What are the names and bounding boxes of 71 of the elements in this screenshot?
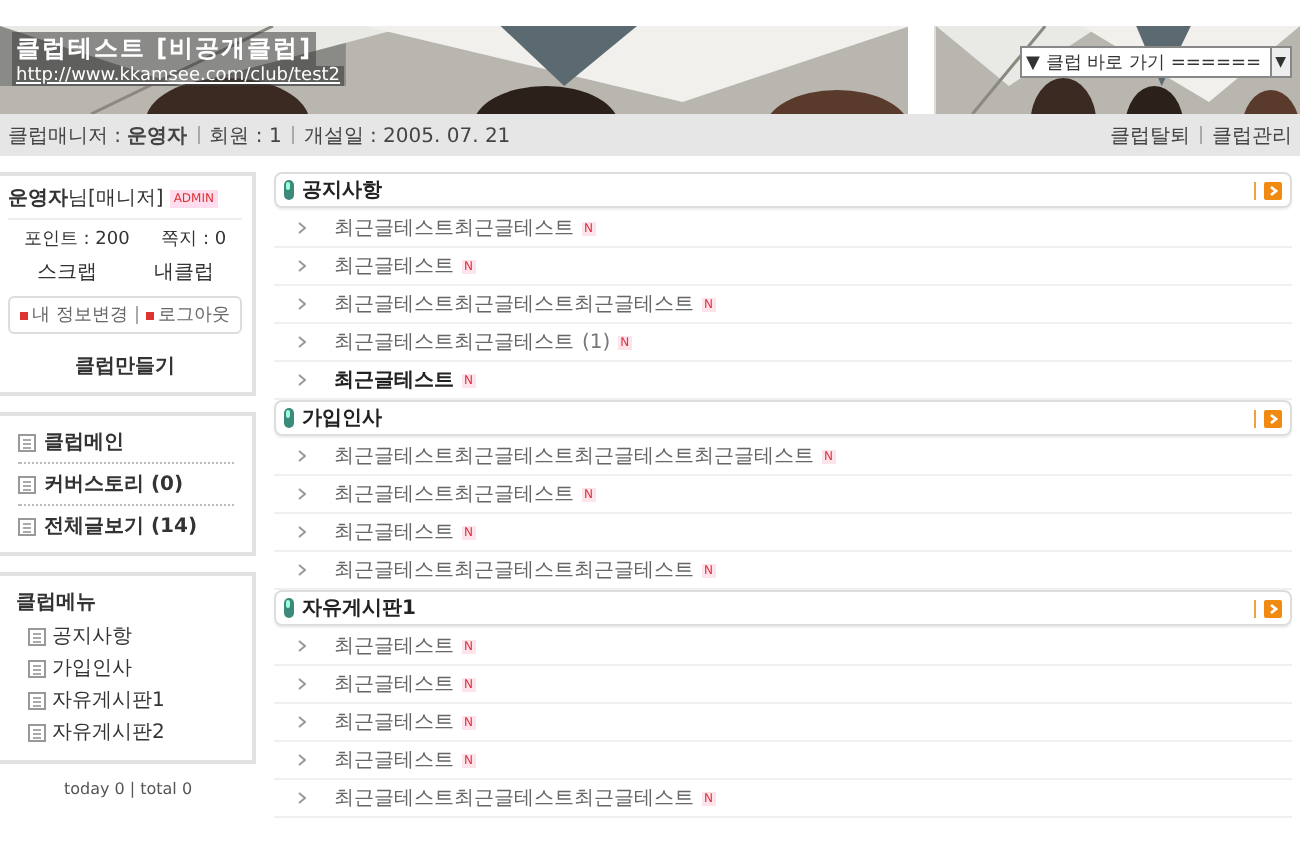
chevron-icon xyxy=(298,298,306,310)
profile-link[interactable]: 내클럽 xyxy=(153,258,214,286)
board-title[interactable]: 가입인사 xyxy=(302,404,382,432)
account-link[interactable]: 내 정보변경 xyxy=(20,302,128,328)
menu-item[interactable]: 가입인사 xyxy=(16,652,236,684)
bullet-icon xyxy=(145,311,154,319)
post-title-link[interactable]: 최근글테스트최근글테스트최근글테스트 xyxy=(334,784,694,812)
club-title: 클럽테스트 [비공개클럽] xyxy=(12,32,317,66)
menu-item[interactable]: 자유게시판2 xyxy=(16,716,236,748)
document-icon xyxy=(18,517,36,535)
chevron-icon xyxy=(298,222,306,234)
chevron-icon xyxy=(298,754,306,766)
account-link[interactable]: 로그아웃 xyxy=(145,302,230,328)
club-link[interactable]: 클럽관리 xyxy=(1212,121,1292,149)
points-text: 포인트 : 200 xyxy=(23,228,130,252)
comment-count: (1) xyxy=(582,331,611,353)
more-arrow-icon xyxy=(1264,599,1282,617)
chevron-icon xyxy=(298,526,306,538)
user-greeting: 운영자님[매니저] xyxy=(8,186,164,212)
chevron-icon xyxy=(298,374,306,386)
club-url-link[interactable]: http://www.kkamsee.com/club/test2 xyxy=(12,66,345,86)
document-icon xyxy=(28,659,46,677)
club-link[interactable]: 클럽탈퇴 xyxy=(1110,121,1190,149)
manager-info: 클럽매니저 : 운영자 xyxy=(8,123,188,149)
chevron-icon xyxy=(298,564,306,576)
visitor-counter: today 0 | total 0 xyxy=(61,780,195,798)
create-club-link[interactable]: 클럽만들기 xyxy=(8,352,242,380)
pin-icon xyxy=(284,408,294,428)
post-title-link[interactable]: 최근글테스트최근글테스트 xyxy=(334,328,574,356)
menu-item[interactable]: 공지사항 xyxy=(16,620,236,652)
chevron-icon xyxy=(298,716,306,728)
post-title-link[interactable]: 최근글테스트 xyxy=(334,632,454,660)
menu-item[interactable]: 전체글보기 (14) xyxy=(18,506,234,546)
document-icon xyxy=(28,691,46,709)
post-title-link[interactable]: 최근글테스트최근글테스트최근글테스트 xyxy=(334,556,694,584)
menu-item[interactable]: 커버스토리 (0) xyxy=(18,464,234,506)
document-icon xyxy=(18,433,36,451)
document-icon xyxy=(28,627,46,645)
pin-icon xyxy=(284,180,294,200)
post-title-link[interactable]: 최근글테스트 xyxy=(334,518,454,546)
chevron-icon xyxy=(298,450,306,462)
chevron-icon xyxy=(298,640,306,652)
more-arrow-icon xyxy=(1264,181,1282,199)
menu-item[interactable]: 자유게시판1 xyxy=(16,684,236,716)
chevron-icon xyxy=(298,792,306,804)
post-title-link[interactable]: 최근글테스트최근글테스트 xyxy=(334,480,574,508)
board-title[interactable]: 공지사항 xyxy=(302,176,382,204)
chevron-icon xyxy=(298,336,306,348)
board-title[interactable]: 자유게시판1 xyxy=(302,594,416,622)
member-count: 회원 : 1 xyxy=(209,123,282,149)
post-title-link[interactable]: 최근글테스트 xyxy=(334,366,454,394)
chevron-icon xyxy=(298,488,306,500)
profile-link[interactable]: 스크랩 xyxy=(36,258,97,286)
post-title-link[interactable]: 최근글테스트 xyxy=(334,746,454,774)
messages-link[interactable]: 쪽지 : 0 xyxy=(161,226,227,252)
post-title-link[interactable]: 최근글테스트 xyxy=(334,252,454,280)
post-title-link[interactable]: 최근글테스트 xyxy=(334,708,454,736)
more-arrow-icon xyxy=(1264,409,1282,427)
chevron-icon xyxy=(298,260,306,272)
post-title-link[interactable]: 최근글테스트 xyxy=(334,670,454,698)
pin-icon xyxy=(284,598,294,618)
document-icon xyxy=(18,475,36,493)
open-date: 개설일 : 2005. 07. 21 xyxy=(303,123,511,149)
bullet-icon xyxy=(20,311,29,319)
document-icon xyxy=(28,723,46,741)
post-title-link[interactable]: 최근글테스트최근글테스트 xyxy=(334,214,574,242)
post-title-link[interactable]: 최근글테스트최근글테스트최근글테스트 xyxy=(334,290,694,318)
chevron-icon xyxy=(298,678,306,690)
menu-item[interactable]: 클럽메인 xyxy=(18,422,234,464)
post-title-link[interactable]: 최근글테스트최근글테스트최근글테스트최근글테스트 xyxy=(334,442,814,470)
club-menu-title: 클럽메뉴 xyxy=(16,590,98,616)
